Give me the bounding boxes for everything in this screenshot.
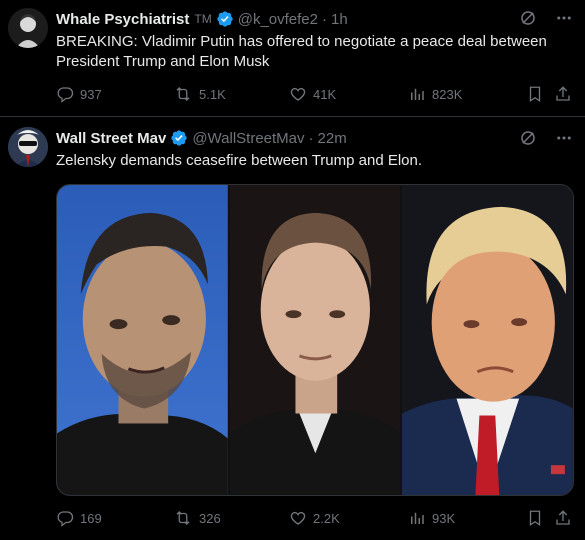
repost-count: 326 <box>199 510 221 526</box>
action-bar: 169 326 2.2K 93K <box>56 507 576 529</box>
like-button[interactable]: 41K <box>289 85 336 103</box>
photo-zelensky[interactable] <box>57 185 228 495</box>
reply-count: 169 <box>80 510 102 526</box>
repost-count: 5.1K <box>199 86 226 102</box>
more-icon[interactable] <box>555 129 573 147</box>
tm-label: TM <box>194 12 212 26</box>
tweet-text: Zelensky demands ceasefire between Trump… <box>56 152 423 169</box>
timestamp[interactable]: 1h <box>331 11 348 28</box>
bookmark-button[interactable] <box>526 509 544 527</box>
views-count: 823K <box>432 86 463 102</box>
timestamp[interactable]: 22m <box>318 130 347 147</box>
views-icon <box>408 85 426 103</box>
repost-button[interactable]: 326 <box>173 509 221 527</box>
reply-button[interactable]: 937 <box>56 85 102 103</box>
grok-icon[interactable] <box>519 9 537 27</box>
reply-icon <box>56 509 74 527</box>
share-button[interactable] <box>554 509 572 527</box>
photo-musk[interactable] <box>229 185 401 495</box>
reply-button[interactable]: 169 <box>56 509 102 527</box>
share-icon <box>554 509 572 527</box>
reply-icon <box>56 85 74 103</box>
author-name[interactable]: Wall Street Mav <box>56 130 166 147</box>
share-button[interactable] <box>554 85 572 103</box>
tweet-whale-psychiatrist[interactable]: Whale Psychiatrist TM @k_ovfefe2 · 1h BR… <box>0 0 585 117</box>
like-count: 41K <box>313 86 337 102</box>
separator: · <box>308 129 314 147</box>
avatar[interactable] <box>8 127 48 167</box>
like-button[interactable]: 2.2K <box>289 509 340 527</box>
like-icon <box>289 85 307 103</box>
share-icon <box>554 85 572 103</box>
repost-button[interactable]: 5.1K <box>173 85 226 103</box>
more-icon[interactable] <box>555 9 573 27</box>
verified-badge-icon <box>216 10 234 28</box>
tweet-text: BREAKING: Vladimir Putin has offered to … <box>56 33 547 70</box>
grok-icon[interactable] <box>519 129 537 147</box>
bookmark-button[interactable] <box>526 85 544 103</box>
tweet-media-grid[interactable] <box>56 184 574 496</box>
repost-icon <box>173 509 193 527</box>
avatar[interactable] <box>8 8 48 48</box>
repost-icon <box>173 85 193 103</box>
views-button[interactable]: 93K <box>408 509 455 527</box>
like-icon <box>289 509 307 527</box>
action-bar: 937 5.1K 41K 823K <box>56 83 576 105</box>
views-icon <box>408 509 426 527</box>
separator: · <box>322 10 327 28</box>
photo-trump[interactable] <box>402 185 573 495</box>
like-count: 2.2K <box>313 510 340 526</box>
author-handle[interactable]: @WallStreetMav <box>192 130 304 147</box>
bookmark-icon <box>526 85 544 103</box>
verified-badge-icon <box>170 129 188 147</box>
reply-count: 937 <box>80 86 102 102</box>
author-handle[interactable]: @k_ovfefe2 <box>238 11 318 28</box>
author-name[interactable]: Whale Psychiatrist <box>56 11 189 28</box>
tweet-wall-street-mav[interactable]: Wall Street Mav @WallStreetMav · 22m Zel… <box>0 117 585 540</box>
views-count: 93K <box>432 510 456 526</box>
views-button[interactable]: 823K <box>408 85 462 103</box>
bookmark-icon <box>526 509 544 527</box>
